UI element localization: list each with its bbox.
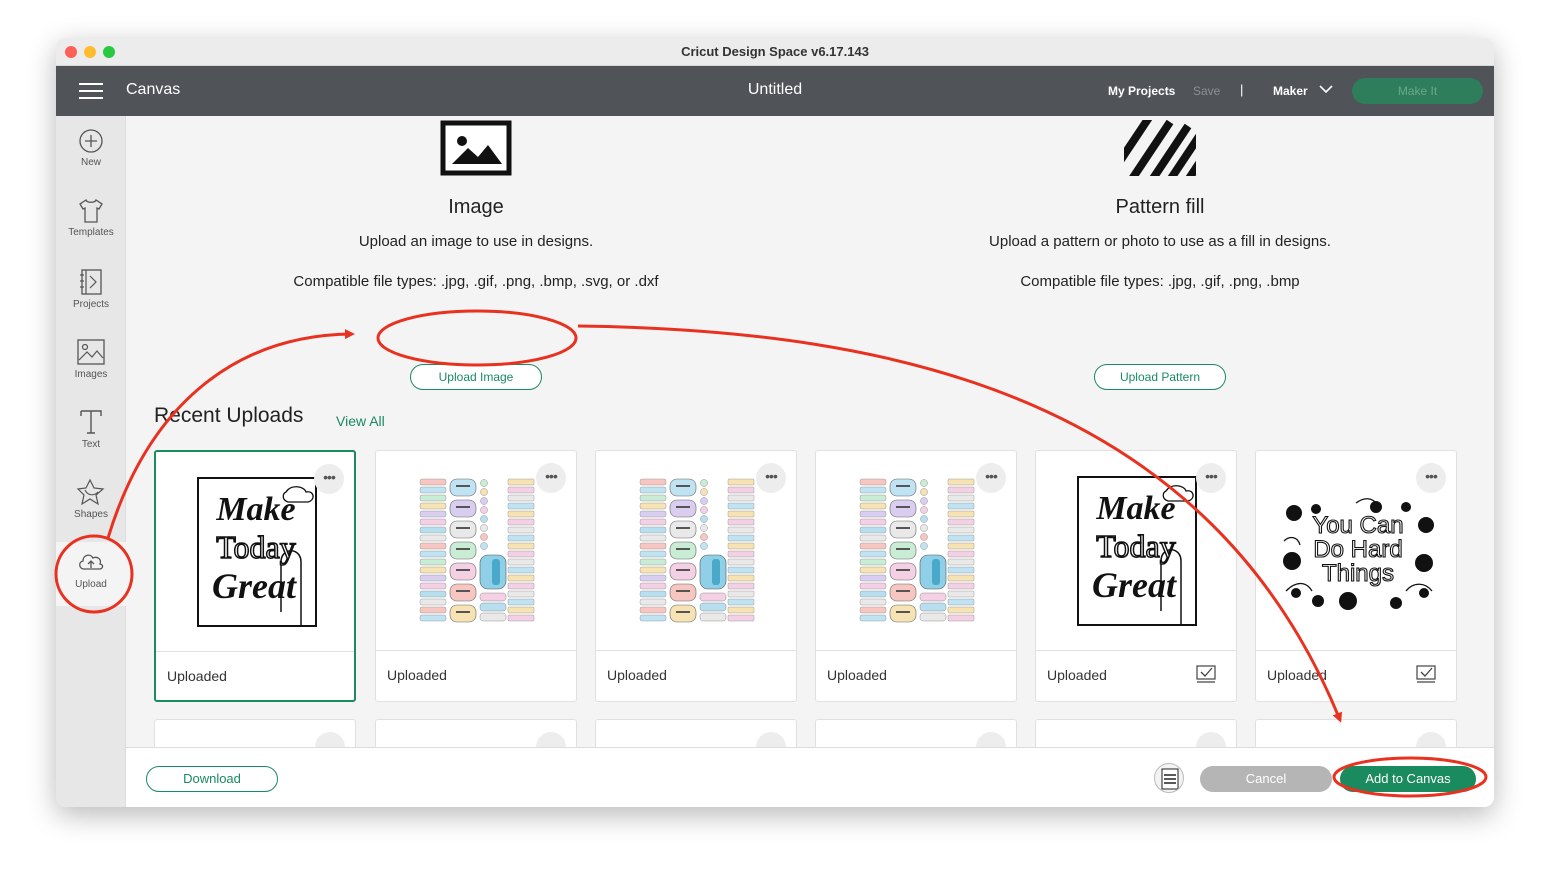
upload-image-button[interactable]: Upload Image (410, 364, 542, 390)
top-header: Canvas Untitled My Projects Save | Maker… (56, 66, 1494, 116)
text-icon (80, 410, 102, 434)
sidebar-item-label: New (80, 157, 101, 168)
sidebar-item-projects[interactable]: Projects (56, 262, 126, 326)
preview-thumbnail-icon (1161, 768, 1179, 790)
selected-upload-preview (1154, 763, 1184, 793)
more-options-button[interactable] (756, 732, 786, 747)
upload-tile[interactable]: ••• Uploaded (815, 450, 1017, 702)
upload-caption: Uploaded (1267, 667, 1327, 683)
svg-text:You Can: You Can (1312, 512, 1403, 539)
upload-caption: Uploaded (1047, 667, 1107, 683)
cancel-button[interactable]: Cancel (1200, 766, 1332, 792)
svg-text:Great: Great (212, 566, 297, 606)
sidebar-item-images[interactable]: Images (56, 332, 126, 396)
projects-icon (80, 269, 102, 295)
sidebar-item-templates[interactable]: Templates (56, 192, 126, 256)
upload-tile-partial[interactable] (1255, 719, 1457, 747)
machine-select[interactable]: Maker (1273, 84, 1308, 98)
svg-text:Things: Things (1322, 560, 1394, 587)
download-button[interactable]: Download (146, 766, 278, 792)
app-window: Cricut Design Space v6.17.143 Canvas Unt… (56, 38, 1494, 807)
title-bar: Cricut Design Space v6.17.143 (56, 38, 1494, 66)
more-options-button[interactable]: ••• (1196, 463, 1226, 493)
tshirt-icon (79, 198, 103, 223)
hamburger-menu-icon[interactable] (79, 83, 103, 99)
upload-tile[interactable]: Make Today Great ••• Uploaded (1035, 450, 1237, 702)
sidebar-item-text[interactable]: Text (56, 402, 126, 466)
sidebar-item-new[interactable]: New (56, 122, 126, 186)
save-link[interactable]: Save (1193, 84, 1220, 98)
svg-text:Make: Make (215, 491, 295, 528)
shapes-icon (76, 478, 105, 506)
upload-tile-partial[interactable] (375, 719, 577, 747)
upload-caption: Uploaded (167, 668, 227, 684)
chevron-down-icon[interactable] (1319, 83, 1333, 95)
images-icon (77, 339, 105, 365)
image-section-description: Upload an image to use in designs. (358, 233, 594, 250)
more-options-button[interactable] (1196, 732, 1226, 747)
recent-uploads-title: Recent Uploads (154, 404, 304, 427)
more-options-button[interactable] (315, 732, 345, 747)
header-separator: | (1240, 82, 1244, 97)
image-file-types: Compatible file types: .jpg, .gif, .png,… (293, 273, 659, 290)
upload-tile[interactable]: ••• Uploaded (595, 450, 797, 702)
more-options-button[interactable] (536, 732, 566, 747)
sidebar-item-label: Projects (72, 299, 110, 310)
sidebar-item-label: Shapes (74, 509, 108, 520)
upload-tile-partial[interactable] (595, 719, 797, 747)
my-projects-link[interactable]: My Projects (1108, 84, 1175, 98)
svg-text:Great: Great (1092, 565, 1177, 605)
sidebar-item-label: Upload (75, 579, 107, 590)
upload-tile-partial[interactable] (1035, 719, 1237, 747)
more-options-button[interactable] (976, 732, 1006, 747)
more-options-button[interactable] (1416, 732, 1446, 747)
upload-tile-partial[interactable] (154, 719, 356, 747)
select-checkbox-icon[interactable] (1416, 665, 1436, 683)
more-options-button[interactable]: ••• (1416, 463, 1446, 493)
left-sidebar: New Templates Projects Images Text Shape… (56, 116, 126, 807)
upload-tile[interactable]: Make Today Great ••• Uploaded (154, 450, 356, 702)
footer-bar: Download Cancel Add to Canvas (126, 747, 1494, 807)
image-section-title: Image (448, 196, 504, 218)
select-checkbox-icon[interactable] (1196, 665, 1216, 683)
upload-pattern-button[interactable]: Upload Pattern (1094, 364, 1226, 390)
svg-text:Today: Today (216, 529, 296, 565)
sidebar-item-shapes[interactable]: Shapes (56, 472, 126, 536)
image-upload-icon (440, 120, 512, 176)
more-options-button[interactable]: ••• (756, 463, 786, 493)
add-to-canvas-button[interactable]: Add to Canvas (1340, 766, 1476, 792)
window-title: Cricut Design Space v6.17.143 (681, 44, 869, 59)
view-all-link[interactable]: View All (336, 413, 385, 429)
upload-panel: Image Upload an image to use in designs.… (126, 116, 1494, 747)
more-options-button[interactable]: ••• (536, 463, 566, 493)
sidebar-item-label: Templates (68, 227, 114, 238)
more-options-button[interactable]: ••• (314, 464, 344, 494)
cloud-upload-icon (79, 554, 104, 570)
pattern-fill-icon (1124, 120, 1196, 176)
upload-tile[interactable]: ••• Uploaded (375, 450, 577, 702)
svg-text:Make: Make (1095, 490, 1175, 527)
upload-tile[interactable]: You Can Do Hard Things ••• Uploaded (1255, 450, 1457, 702)
make-it-button[interactable]: Make It (1352, 78, 1483, 104)
upload-tile-partial[interactable] (815, 719, 1017, 747)
pattern-section-title: Pattern fill (1115, 196, 1205, 218)
sidebar-item-upload[interactable]: Upload (56, 542, 126, 606)
pattern-file-types: Compatible file types: .jpg, .gif, .png,… (1020, 273, 1300, 290)
pattern-section-description: Upload a pattern or photo to use as a fi… (989, 233, 1331, 250)
upload-caption: Uploaded (607, 667, 667, 683)
svg-text:Do Hard: Do Hard (1313, 536, 1402, 563)
more-options-button[interactable]: ••• (976, 463, 1006, 493)
sidebar-item-label: Text (81, 439, 101, 450)
svg-text:Today: Today (1096, 528, 1176, 564)
upload-caption: Uploaded (387, 667, 447, 683)
sidebar-item-label: Images (74, 369, 108, 380)
upload-caption: Uploaded (827, 667, 887, 683)
plus-circle-icon (79, 129, 103, 153)
section-title: Canvas (126, 81, 181, 98)
